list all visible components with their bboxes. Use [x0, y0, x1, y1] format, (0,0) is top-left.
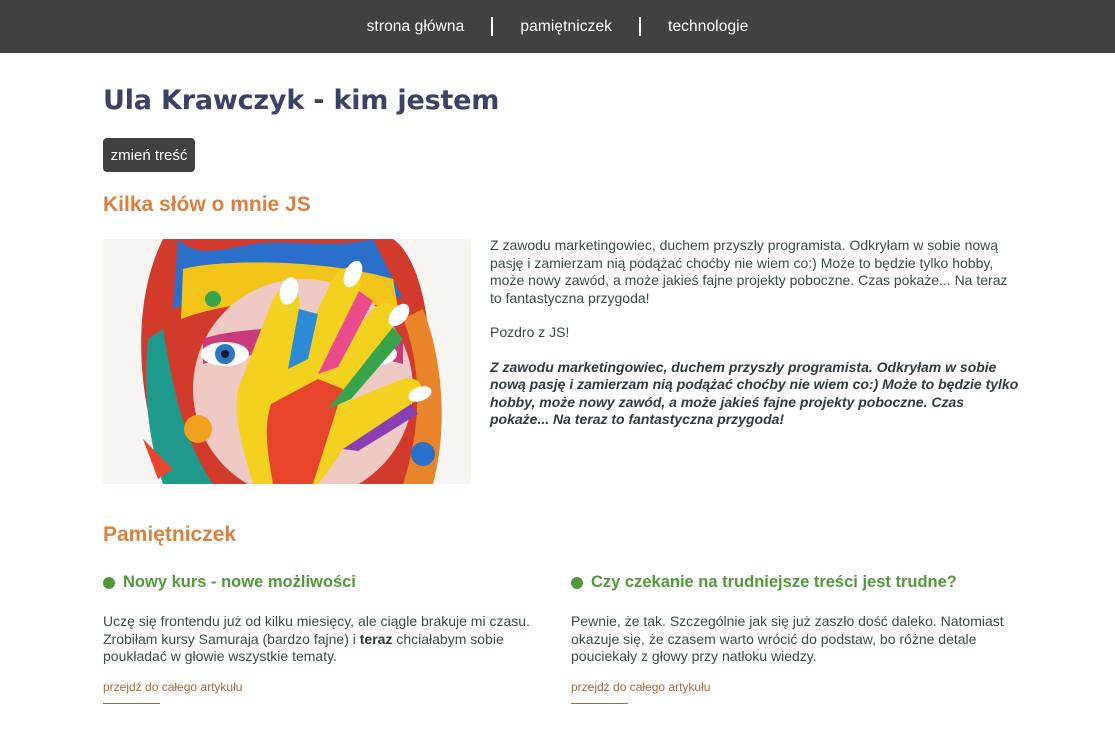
article-body-bold: teraz [359, 630, 393, 647]
read-more-link[interactable]: przejdź do całego artykułu [571, 680, 710, 704]
about-heading: Kilka słów o mnie JS [103, 193, 311, 216]
about-text: Z zawodu marketingowiec, duchem przyszły… [490, 237, 1023, 446]
bullet-dot-icon [571, 576, 583, 589]
painted-face-illustration [103, 239, 471, 484]
article-title: Czy czekanie na trudniejsze treści jest … [571, 573, 1021, 592]
profile-photo [103, 239, 471, 484]
article-title-text: Nowy kurs - nowe możliwości [123, 573, 356, 591]
about-paragraph-italic: Z zawodu marketingowiec, duchem przyszły… [490, 358, 1019, 428]
about-greeting: Pozdro z JS! [490, 324, 570, 340]
article-card: Nowy kurs - nowe możliwości Uczę się fro… [103, 573, 553, 704]
article-body: Pewnie, że tak. Szczególnie jak się już … [571, 613, 1021, 666]
change-content-button[interactable]: zmień treść [103, 138, 195, 172]
bullet-dot-icon [103, 576, 115, 589]
article-body: Uczę się frontendu już od kilku miesięcy… [103, 613, 553, 666]
nav-item-diary[interactable]: pamiętniczek [493, 18, 639, 36]
article-title: Nowy kurs - nowe możliwości [103, 573, 553, 592]
about-paragraph: Z zawodu marketingowiec, duchem przyszły… [490, 237, 1008, 306]
article-title-text: Czy czekanie na trudniejsze treści jest … [591, 573, 957, 591]
top-navigation: strona główna pamiętniczek technologie [0, 0, 1115, 53]
nav-item-home[interactable]: strona główna [340, 18, 492, 36]
read-more-link[interactable]: przejdź do całego artykułu [103, 680, 242, 704]
nav-item-technologies[interactable]: technologie [641, 18, 775, 36]
article-card: Czy czekanie na trudniejsze treści jest … [571, 573, 1021, 704]
article-body-text: Pewnie, że tak. Szczególnie jak się już … [571, 613, 1004, 664]
diary-heading: Pamiętniczek [103, 523, 237, 546]
page-title: Ula Krawczyk - kim jestem [103, 85, 500, 116]
